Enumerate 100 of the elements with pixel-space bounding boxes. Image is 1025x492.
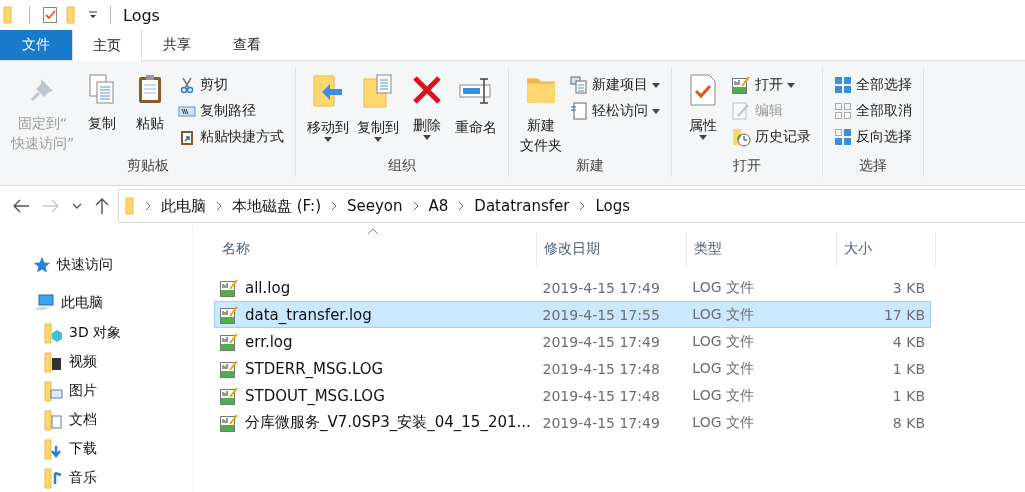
ribbon-button[interactable]: 删除 <box>404 71 451 150</box>
group-label: 选择 <box>858 157 889 175</box>
chevron-right-icon <box>331 201 337 211</box>
folder-icon <box>125 197 137 215</box>
nav-item[interactable]: 下载 <box>0 434 192 463</box>
nav-item[interactable]: 文档 <box>0 405 192 434</box>
ribbon-button[interactable]: 新建项目 <box>567 73 664 97</box>
group-label: 打开 <box>732 157 763 175</box>
date-cell-text: 2019-4-15 17:48 <box>541 360 661 377</box>
ribbon-button[interactable]: 粘贴 <box>127 71 174 135</box>
column-header[interactable]: 类型 <box>686 232 836 266</box>
log-file-icon <box>219 331 239 352</box>
file-name: 分库微服务_V7.0SP3_安装_04_15_201... <box>245 413 531 432</box>
nav-item[interactable]: 此电脑 <box>0 288 192 318</box>
type-cell-text: LOG 文件 <box>691 278 755 297</box>
document-icon <box>570 102 589 120</box>
button-label: 复制到 <box>357 118 400 137</box>
file-row[interactable]: data_transfer.log 2019-4-15 17:55 LOG 文件 17 KB <box>214 301 931 328</box>
nav-label: 音乐 <box>69 468 97 487</box>
group-label: 剪贴板 <box>125 157 170 175</box>
ribbon-button[interactable]: 反向选择 <box>831 125 916 149</box>
chevron-right-icon <box>579 201 586 211</box>
up-arrow-icon <box>94 197 110 215</box>
button-label: 快速访问” <box>11 134 75 153</box>
select-all-icon <box>834 76 853 94</box>
log-file-icon <box>219 277 239 298</box>
history-icon <box>731 127 752 147</box>
nav-label: 图片 <box>69 381 97 400</box>
address-bar[interactable]: 此电脑 本地磁盘 (F:) Seeyon A8 Datatransfer Logs <box>118 189 1025 223</box>
size-cell-text: 17 KB <box>882 306 926 323</box>
nav-item[interactable]: 快速访问 <box>0 250 192 280</box>
ribbon-button[interactable]: 重命名 <box>452 71 501 139</box>
nav-label: 下载 <box>69 439 97 458</box>
back-arrow-icon <box>12 198 30 214</box>
checklist-icon <box>42 6 58 24</box>
star-icon <box>33 256 51 274</box>
type-cell-text: LOG 文件 <box>691 386 755 405</box>
button-label: 属性 <box>689 116 718 135</box>
file-row[interactable]: STDERR_MSG.LOG 2019-4-15 17:48 LOG 文件 1 KB <box>214 355 931 382</box>
computer-icon <box>33 293 55 313</box>
ribbon-button[interactable]: 历史记录 <box>728 125 815 149</box>
ribbon-button[interactable]: 属性 <box>680 71 727 150</box>
date-cell-text: 2019-4-15 17:48 <box>541 387 661 404</box>
date-cell-text: 2019-4-15 17:49 <box>541 333 661 350</box>
notepad-icon <box>731 75 752 95</box>
forward-arrow-icon <box>42 198 60 214</box>
file-name: all.log <box>245 278 291 297</box>
ribbon-button[interactable]: 复制路径 <box>175 99 288 123</box>
file-row[interactable]: all.log 2019-4-15 17:49 LOG 文件 3 KB <box>214 274 931 301</box>
edit-icon <box>731 101 752 121</box>
breadcrumb[interactable]: 此电脑 <box>159 196 208 216</box>
breadcrumb[interactable]: Logs <box>593 197 633 215</box>
nav-item[interactable]: 音乐 <box>0 463 192 492</box>
nav-button[interactable] <box>72 202 82 210</box>
nav-button[interactable] <box>94 197 110 215</box>
size-cell-text: 3 KB <box>891 279 926 296</box>
file-row[interactable]: STDOUT_MSG.LOG 2019-4-15 17:48 LOG 文件 1 KB <box>214 382 931 409</box>
ribbon-button[interactable]: 粘贴快捷方式 <box>175 125 288 149</box>
ribbon-tab[interactable]: 文件 <box>0 30 72 60</box>
ribbon-button[interactable]: 复制 <box>79 71 126 135</box>
log-file-icon <box>219 358 239 379</box>
nav-item[interactable]: 视频 <box>0 347 192 376</box>
file-row[interactable]: 分库微服务_V7.0SP3_安装_04_15_201... 2019-4-15 17:49 LOG 文件 8 KB <box>214 409 931 436</box>
folder-icon <box>43 379 63 402</box>
breadcrumb[interactable]: Seeyon <box>345 197 405 215</box>
column-header[interactable]: 大小 <box>836 232 936 266</box>
nav-label: 视频 <box>69 352 97 371</box>
nav-button[interactable] <box>12 198 30 214</box>
ribbon-button[interactable]: 全部选择 <box>831 73 916 97</box>
button-label: 文件夹 <box>520 136 563 155</box>
group-label: 新建 <box>575 157 606 175</box>
nav-item[interactable]: 图片 <box>0 376 192 405</box>
chevron-right-icon <box>458 201 465 211</box>
button-label: 固定到“ <box>18 114 68 133</box>
button-label: 删除 <box>413 116 442 135</box>
column-header[interactable]: 名称 <box>214 232 536 266</box>
ribbon-tab[interactable]: 主页 <box>72 30 142 61</box>
breadcrumb[interactable]: Datatransfer <box>472 197 572 215</box>
nav-label: 快速访问 <box>57 256 113 274</box>
chevron-right-icon <box>145 201 151 211</box>
ribbon-button[interactable]: 打开 <box>728 73 815 97</box>
ribbon-button[interactable]: 剪切 <box>175 73 288 97</box>
new-item-icon <box>570 76 589 94</box>
column-header[interactable]: 修改日期 <box>536 232 686 266</box>
file-row[interactable]: err.log 2019-4-15 17:49 LOG 文件 4 KB <box>214 328 931 355</box>
ribbon-button[interactable]: 轻松访问 <box>567 99 664 123</box>
button-label: 重命名 <box>455 118 498 137</box>
ribbon-button[interactable]: 全部取消 <box>831 99 916 123</box>
breadcrumb[interactable]: A8 <box>426 197 451 215</box>
ribbon-button[interactable]: 复制到 <box>354 71 403 152</box>
dropdown-icon <box>88 10 98 20</box>
log-file-icon <box>219 304 239 325</box>
breadcrumb[interactable]: 本地磁盘 (F:) <box>230 196 323 216</box>
ribbon-button[interactable]: 移动到 <box>304 71 353 152</box>
nav-item[interactable]: 3D 对象 <box>0 318 192 347</box>
folder-icon <box>43 437 63 460</box>
type-cell-text: LOG 文件 <box>691 332 755 351</box>
ribbon-button[interactable]: 新建 文件夹 <box>517 71 566 157</box>
date-cell-text: 2019-4-15 17:49 <box>541 414 661 431</box>
log-file-icon <box>219 385 239 406</box>
